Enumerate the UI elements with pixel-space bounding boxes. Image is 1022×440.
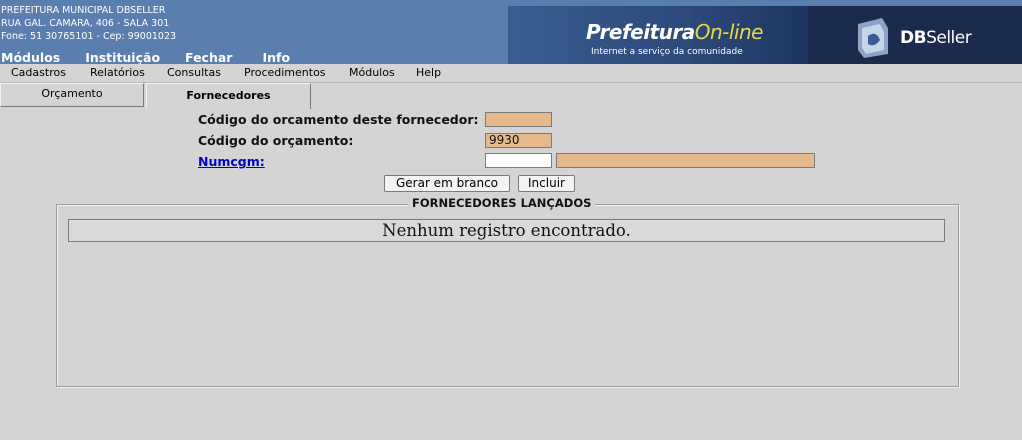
header-menu-fechar[interactable]: Fechar bbox=[185, 50, 232, 64]
menu-help[interactable]: Help bbox=[416, 66, 441, 79]
prefeitura-online-banner: PrefeituraOn-line Internet a serviço da … bbox=[508, 6, 808, 64]
menu-consultas[interactable]: Consultas bbox=[167, 66, 221, 79]
header-menu: Módulos Instituição Fechar Info bbox=[1, 50, 290, 64]
tab-fornecedores[interactable]: Fornecedores bbox=[146, 83, 311, 109]
codigo-fornecedor-label: Código do orcamento deste fornecedor: bbox=[198, 112, 479, 127]
org-address: RUA GAL. CAMARA, 406 - SALA 301 bbox=[1, 18, 170, 29]
numcgm-input[interactable] bbox=[485, 153, 552, 168]
numcgm-link[interactable]: Numcgm: bbox=[198, 154, 265, 169]
menu-relatorios[interactable]: Relatórios bbox=[90, 66, 145, 79]
menu-cadastros[interactable]: Cadastros bbox=[11, 66, 66, 79]
menu-bar: Cadastros Relatórios Consultas Procedime… bbox=[0, 64, 1022, 83]
header-menu-info[interactable]: Info bbox=[262, 50, 290, 64]
incluir-button[interactable]: Incluir bbox=[518, 175, 575, 192]
codigo-orcamento-field[interactable]: 9930 bbox=[485, 133, 552, 148]
codigo-fornecedor-field[interactable] bbox=[485, 112, 552, 127]
menu-procedimentos[interactable]: Procedimentos bbox=[244, 66, 326, 79]
menu-modulos[interactable]: Módulos bbox=[349, 66, 395, 79]
empty-message: Nenhum registro encontrado. bbox=[68, 219, 945, 242]
banner-tagline: Internet a serviço da comunidade bbox=[591, 47, 743, 57]
app-header: PREFEITURA MUNICIPAL DBSELLER RUA GAL. C… bbox=[0, 0, 1022, 64]
dbseller-name: DBSeller bbox=[900, 28, 972, 48]
header-menu-modulos[interactable]: Módulos bbox=[1, 50, 60, 64]
gerar-em-branco-button[interactable]: Gerar em branco bbox=[384, 175, 510, 192]
numcgm-name-field bbox=[556, 153, 815, 168]
fornecedores-legend: FORNECEDORES LANÇADOS bbox=[408, 196, 596, 210]
tab-orcamento[interactable]: Orçamento bbox=[0, 83, 144, 107]
org-phone: Fone: 51 30765101 - Cep: 99001023 bbox=[1, 31, 177, 42]
prefeitura-online-logo: PrefeituraOn-line bbox=[586, 20, 763, 44]
dbseller-logo: DBSeller bbox=[808, 6, 1022, 64]
dbseller-mark-icon bbox=[858, 18, 888, 58]
header-menu-instituicao[interactable]: Instituição bbox=[85, 50, 160, 64]
org-name: PREFEITURA MUNICIPAL DBSELLER bbox=[1, 5, 166, 16]
codigo-orcamento-label: Código do orçamento: bbox=[198, 133, 354, 148]
tab-bar: Orçamento Fornecedores bbox=[0, 83, 1022, 109]
institution-info: PREFEITURA MUNICIPAL DBSELLER RUA GAL. C… bbox=[1, 4, 176, 43]
numcgm-label: Numcgm: bbox=[198, 154, 265, 169]
